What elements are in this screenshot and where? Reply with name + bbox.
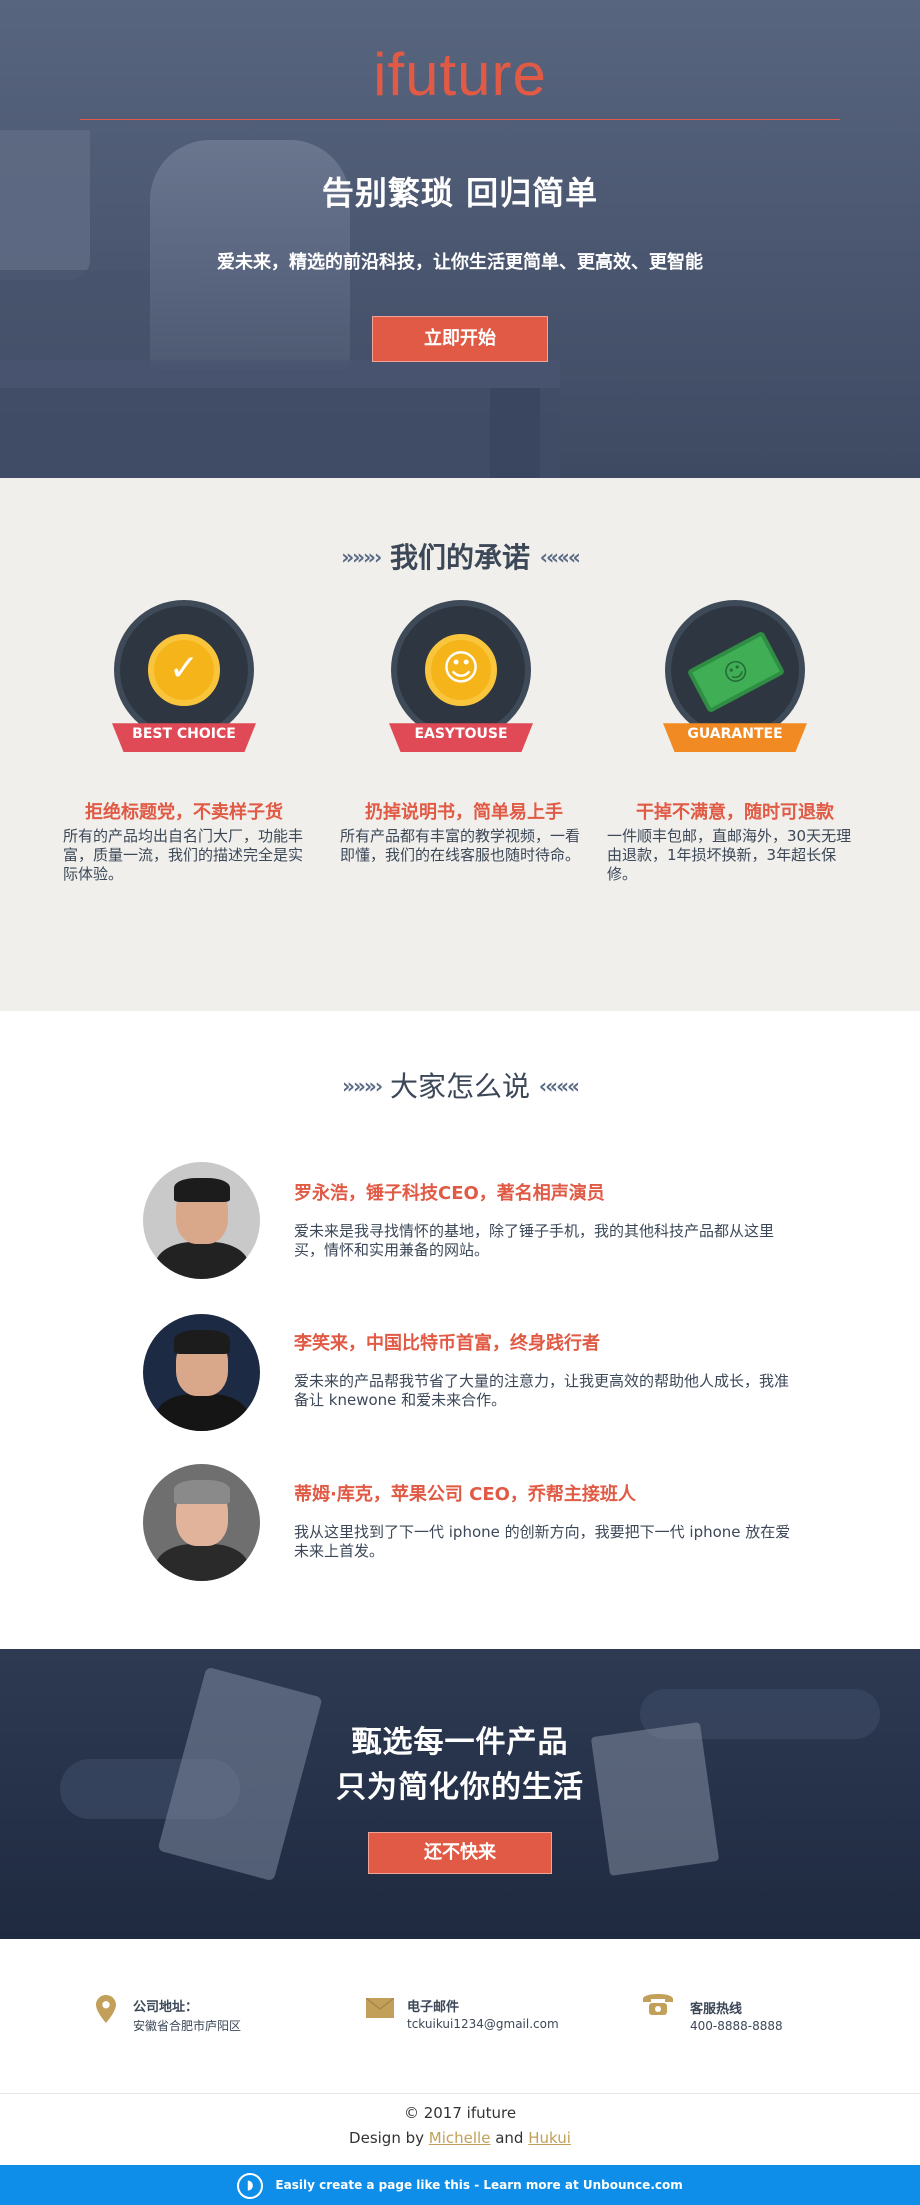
brand-logo: ifuture — [373, 41, 547, 108]
phone-value: 400-8888-8888 — [690, 2019, 783, 2033]
address-label: 公司地址： — [133, 2000, 199, 2015]
testimonial-text: 爱未来的产品帮我节省了大量的注意力，让我更高效的帮助他人成长，我准备让 knew… — [294, 1372, 790, 1409]
hero-title: 告别繁琐 回归简单 — [321, 174, 599, 212]
copyright-text: © 2017 ifuture — [403, 2104, 517, 2122]
promise-heading-text: 我们的承诺 — [389, 541, 530, 574]
promise-title: 拒绝标题党，不卖样子货 — [85, 802, 283, 823]
phone-label: 客服热线 — [690, 2002, 743, 2017]
hero-table-leg-image — [490, 388, 540, 478]
design-by-label: Design by — [349, 2129, 425, 2147]
hero-divider — [80, 119, 840, 120]
start-now-button[interactable]: 立即开始 — [372, 316, 548, 362]
design-credit: Design by Michelle and Hukui — [0, 2129, 920, 2147]
email-value[interactable]: tckuikui1234@gmail.com — [407, 2017, 559, 2031]
arrows-left-icon: »»»› — [342, 1074, 383, 1098]
phone-icon — [641, 1993, 675, 2024]
promise-title: 干掉不满意，随时可退款 — [636, 802, 834, 823]
email-icon — [365, 1995, 395, 2025]
testimonial-name: 李笑来，中国比特币首富，终身践行者 — [294, 1333, 600, 1354]
avatar — [143, 1162, 260, 1279]
banner-line-1: 甄选每一件产品 — [351, 1725, 569, 1760]
avatar — [143, 1314, 260, 1431]
promise-text: 一件顺丰包邮，直邮海外，30天无理由退款，1年损坏换新，3年超长保修。 — [607, 827, 852, 883]
arrows-right-icon: ‹««« — [539, 545, 581, 569]
testimonial-name: 蒂姆·库克，苹果公司 CEO，乔帮主接班人 — [294, 1484, 636, 1505]
testimonial-text: 我从这里找到了下一代 iphone 的创新方向，我要把下一代 iphone 放在… — [294, 1523, 791, 1560]
email-label: 电子邮件 — [407, 2000, 460, 2015]
testimonial-name: 罗永浩，锤子科技CEO，著名相声演员 — [294, 1183, 605, 1204]
footer-divider — [0, 2093, 920, 2094]
smiley-icon: ☺ — [425, 634, 497, 706]
promise-text: 所有产品都有丰富的教学视频，一看即懂，我们的在线客服也随时待命。 — [340, 827, 581, 864]
arrows-left-icon: »»»› — [341, 545, 382, 569]
easytouse-badge: ☺ EASYTOUSE — [381, 600, 541, 770]
testimonial-text: 爱未来是我寻找情怀的基地，除了锤子手机，我的其他科技产品都从这里买，情怀和实用兼… — [294, 1222, 775, 1259]
best-choice-badge: ✓ BEST CHOICE — [104, 600, 264, 770]
arrows-right-icon: ‹««« — [538, 1074, 580, 1098]
promise-title: 扔掉说明书，简单易上手 — [365, 802, 563, 823]
check-icon: ✓ — [148, 634, 220, 706]
testimonials-heading-text: 大家怎么说 — [389, 1070, 530, 1103]
contact-section: 公司地址： 安徽省合肥市庐阳区 电子邮件 tckuikui1234@gmail.… — [0, 1939, 920, 2094]
and-label: and — [495, 2129, 524, 2147]
promise-section: »»»› 我们的承诺 ‹««« ✓ BEST CHOICE ☺ EASYTOUS… — [0, 478, 920, 1011]
testimonials-heading: »»»› 大家怎么说 ‹««« — [0, 1065, 920, 1105]
promise-text: 所有的产品均出自名门大厂，功能丰富，质量一流，我们的描述完全是实际体验。 — [63, 827, 304, 883]
unbounce-bar[interactable]: ◗ Easily create a page like this - Learn… — [0, 2165, 920, 2205]
hero-section: ifuture 告别繁琐 回归简单 爱未来，精选的前沿科技，让你生活更简单、更高… — [0, 0, 920, 478]
map-pin-icon — [96, 1995, 116, 2030]
unbounce-logo-icon: ◗ — [237, 2172, 264, 2199]
hero-subtitle: 爱未来，精选的前沿科技，让你生活更简单、更高效、更智能 — [217, 252, 703, 273]
address-value: 安徽省合肥市庐阳区 — [133, 2019, 242, 2033]
avatar — [143, 1464, 260, 1581]
author-link-hukui[interactable]: Hukui — [528, 2129, 571, 2147]
hero-table-front-image — [0, 388, 560, 478]
testimonials-section: »»»› 大家怎么说 ‹««« 罗永浩，锤子科技CEO，著名相声演员 爱未来是我… — [0, 1011, 920, 1649]
hero-table-image — [0, 360, 560, 390]
banner-line-2: 只为简化你的生活 — [336, 1770, 584, 1805]
come-now-button[interactable]: 还不快来 — [368, 1832, 552, 1874]
promise-heading: »»»› 我们的承诺 ‹««« — [0, 536, 920, 576]
guarantee-badge: ☺ GUARANTEE — [655, 600, 815, 770]
unbounce-text[interactable]: Easily create a page like this - Learn m… — [275, 2178, 682, 2192]
author-link-michelle[interactable]: Michelle — [429, 2129, 491, 2147]
